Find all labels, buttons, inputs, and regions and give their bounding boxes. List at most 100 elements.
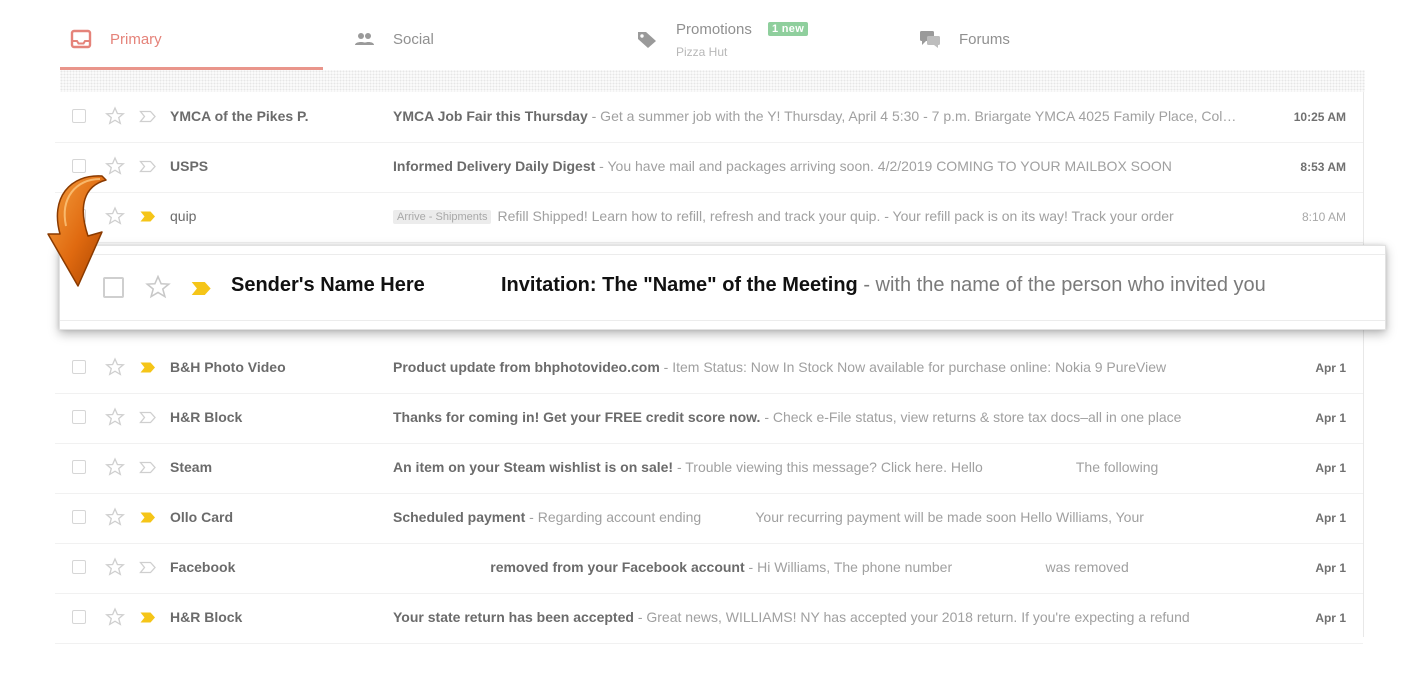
select-checkbox[interactable] <box>72 460 86 474</box>
curved-arrow-icon <box>47 175 107 287</box>
email-date: Apr 1 <box>1315 511 1346 525</box>
importance-marker-icon[interactable] <box>139 511 157 524</box>
email-snippet: - Check e-File status, view returns & st… <box>760 409 1182 425</box>
email-subject: YMCA Job Fair this Thursday <box>393 108 588 124</box>
highlighted-email-row[interactable]: Sender's Name Here Invitation: The "Name… <box>59 245 1386 330</box>
email-list: YMCA of the Pikes P. YMCA Job Fair this … <box>55 92 1364 644</box>
label-chip[interactable]: Arrive - Shipments <box>393 210 492 224</box>
divider <box>60 254 1385 255</box>
email-snippet: - with the name of the person who invite… <box>857 274 1266 296</box>
email-subject: Product update from bhphotovideo.com <box>393 359 660 375</box>
tab-promotions[interactable]: Promotions 1 new Pizza Hut <box>626 0 956 70</box>
email-preview: removed from your Facebook account - Hi … <box>393 559 1241 575</box>
sender-name: Sender's Name Here <box>231 274 425 296</box>
email-preview: Invitation: The "Name" of the Meeting - … <box>501 274 1381 297</box>
email-subject: Thanks for coming in! Get your FREE cred… <box>393 409 761 425</box>
email-snippet: Refill Shipped! Learn how to refill, ref… <box>497 208 1174 224</box>
email-snippet: - Great news, WILLIAMS! NY has accepted … <box>633 609 1190 625</box>
star-icon[interactable] <box>105 457 125 477</box>
sender-name: YMCA of the Pikes P. <box>170 108 309 124</box>
select-checkbox[interactable] <box>72 560 86 574</box>
star-icon[interactable] <box>105 607 125 627</box>
email-row[interactable]: YMCA of the Pikes P. YMCA Job Fair this … <box>55 92 1363 143</box>
email-subject: removed from your Facebook account <box>393 559 745 575</box>
email-row[interactable]: H&R Block Thanks for coming in! Get your… <box>55 393 1363 444</box>
select-checkbox[interactable] <box>72 410 86 424</box>
inbox-icon <box>70 29 92 49</box>
email-date: 8:10 AM <box>1301 210 1346 224</box>
email-subject: Informed Delivery Daily Digest <box>393 158 596 174</box>
tab-label: Promotions <box>676 21 752 38</box>
tab-social[interactable]: Social <box>343 0 606 70</box>
tab-forums[interactable]: Forums <box>909 0 1172 70</box>
email-snippet: - Regarding account ending Your recurrin… <box>525 509 1144 525</box>
email-preview: Your state return has been accepted - Gr… <box>393 609 1241 625</box>
email-snippet: - You have mail and packages arriving so… <box>595 158 1172 174</box>
sender-name: Ollo Card <box>170 509 234 525</box>
email-row[interactable]: H&R Block Your state return has been acc… <box>55 593 1363 644</box>
email-date: Apr 1 <box>1315 411 1346 425</box>
email-preview: YMCA Job Fair this Thursday - Get a summ… <box>393 108 1241 124</box>
tab-primary[interactable]: Primary <box>60 0 323 70</box>
people-icon <box>355 33 374 45</box>
email-date: 10:25 AM <box>1293 110 1346 124</box>
email-date: 8:53 AM <box>1300 160 1346 174</box>
email-row[interactable]: Facebook removed from your Facebook acco… <box>55 543 1363 594</box>
email-row[interactable]: USPS Informed Delivery Daily Digest - Yo… <box>55 142 1363 193</box>
email-row[interactable]: B&H Photo Video Product update from bhph… <box>55 343 1363 394</box>
email-snippet: - Get a summer job with the Y! Thursday,… <box>587 108 1241 124</box>
importance-marker-icon[interactable] <box>139 611 157 624</box>
email-snippet: - Item Status: Now In Stock Now availabl… <box>659 359 1167 375</box>
importance-marker-icon[interactable] <box>139 210 157 223</box>
email-preview: Arrive - Shipments Refill Shipped! Learn … <box>393 208 1241 224</box>
email-preview: Informed Delivery Daily Digest - You hav… <box>393 158 1241 174</box>
email-date: Apr 1 <box>1315 361 1346 375</box>
importance-marker-icon[interactable] <box>189 280 214 297</box>
tab-label: Primary <box>110 31 162 48</box>
sender-name: H&R Block <box>170 609 243 625</box>
select-checkbox[interactable] <box>72 360 86 374</box>
star-icon[interactable] <box>105 106 125 126</box>
select-checkbox[interactable] <box>72 510 86 524</box>
forum-icon <box>920 31 940 48</box>
star-icon[interactable] <box>105 507 125 527</box>
email-date: Apr 1 <box>1315 561 1346 575</box>
select-checkbox[interactable] <box>72 610 86 624</box>
select-checkbox[interactable] <box>72 109 86 123</box>
email-snippet: - Trouble viewing this message? Click he… <box>673 459 1159 475</box>
tab-label: Forums <box>959 31 1010 48</box>
email-snippet: - Hi Williams, The phone number was remo… <box>744 559 1129 575</box>
tabs-divider <box>60 70 1365 92</box>
category-tabs: Primary Social Promotions 1 new Pizza Hu… <box>60 0 1365 70</box>
email-preview: Product update from bhphotovideo.com - I… <box>393 359 1241 375</box>
star-icon[interactable] <box>105 407 125 427</box>
email-subject: Your state return has been accepted <box>393 609 634 625</box>
email-subject: Invitation: The "Name" of the Meeting <box>501 274 858 296</box>
tab-label: Social <box>393 31 434 48</box>
tag-icon <box>638 32 656 48</box>
new-count-badge: 1 new <box>768 22 809 36</box>
star-icon[interactable] <box>105 557 125 577</box>
email-row[interactable]: Steam An item on your Steam wishlist is … <box>55 443 1363 494</box>
importance-marker-icon[interactable] <box>139 411 157 424</box>
sender-name: USPS <box>170 158 209 174</box>
importance-marker-icon[interactable] <box>139 160 157 173</box>
email-preview: Scheduled payment - Regarding account en… <box>393 509 1241 525</box>
divider <box>60 320 1385 321</box>
email-date: Apr 1 <box>1315 611 1346 625</box>
email-subject: Scheduled payment <box>393 509 526 525</box>
email-date: Apr 1 <box>1315 461 1346 475</box>
importance-marker-icon[interactable] <box>139 561 157 574</box>
sender-name: quip <box>170 208 197 224</box>
star-icon[interactable] <box>105 357 125 377</box>
importance-marker-icon[interactable] <box>139 461 157 474</box>
email-row[interactable]: Ollo Card Scheduled payment - Regarding … <box>55 493 1363 544</box>
tab-sender-preview: Pizza Hut <box>676 45 728 59</box>
sender-name: Facebook <box>170 559 236 575</box>
sender-name: H&R Block <box>170 409 243 425</box>
email-row[interactable]: quip Arrive - Shipments Refill Shipped! L… <box>55 192 1363 243</box>
sender-name: Steam <box>170 459 213 475</box>
importance-marker-icon[interactable] <box>139 361 157 374</box>
star-icon[interactable] <box>145 274 171 300</box>
importance-marker-icon[interactable] <box>139 110 157 123</box>
